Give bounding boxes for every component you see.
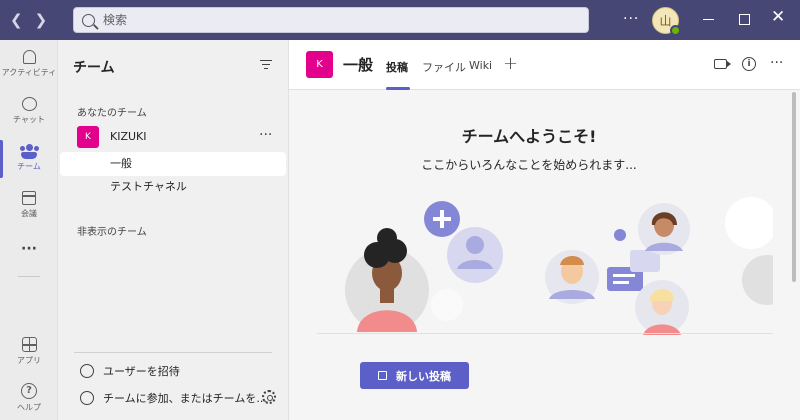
- calendar-icon: [22, 191, 36, 205]
- app-rail: アクティビティ チャット チーム 会議 ··· アプリ ? ヘルプ: [0, 40, 58, 420]
- team-add-icon: [80, 391, 94, 405]
- user-avatar[interactable]: 山: [652, 7, 681, 36]
- info-icon[interactable]: i: [742, 57, 756, 71]
- compose-icon: [378, 371, 387, 380]
- rail-chat-label: チャット: [13, 115, 45, 124]
- channel-general[interactable]: 一般: [60, 152, 286, 176]
- rail-apps-label: アプリ: [17, 356, 41, 365]
- rail-divider: [18, 276, 40, 277]
- new-post-label: 新しい投稿: [396, 369, 451, 383]
- bell-icon: [22, 50, 36, 64]
- new-post-button[interactable]: 新しい投稿: [360, 362, 469, 389]
- channel-title: 一般: [343, 56, 374, 74]
- panel-title: チーム: [73, 60, 115, 76]
- join-label: チームに参加、またはチームを...: [103, 392, 267, 405]
- rail-teams[interactable]: チーム: [0, 140, 58, 178]
- close-button[interactable]: ✕: [771, 9, 785, 26]
- teams-panel: チーム あなたのチーム K KIZUKI ··· 一般 テストチャネル 非表示の…: [58, 40, 289, 420]
- maximize-button[interactable]: [739, 14, 750, 25]
- search-icon: [82, 13, 95, 27]
- search-box[interactable]: [73, 7, 589, 33]
- filter-icon[interactable]: [260, 60, 272, 70]
- join-create-team-button[interactable]: チームに参加、またはチームを...: [80, 390, 267, 406]
- tab-posts[interactable]: 投稿: [386, 59, 408, 75]
- available-status-icon: [670, 25, 681, 36]
- rail-help-label: ヘルプ: [17, 403, 41, 412]
- team-name: KIZUKI: [110, 130, 147, 143]
- chat-icon: [21, 97, 37, 111]
- apps-icon: [21, 337, 37, 352]
- welcome-title: チームへようこそ!: [461, 127, 597, 146]
- more-icon: ···: [21, 241, 37, 257]
- rail-activity-label: アクティビティ: [1, 68, 57, 77]
- more-options-button[interactable]: ···: [770, 55, 783, 71]
- tab-files[interactable]: ファイル: [422, 59, 466, 75]
- channel-main: K 一般 投稿 ファイル Wiki + i ··· チームへようこそ! ここから…: [289, 40, 800, 420]
- user-initial: 山: [659, 14, 672, 28]
- add-tab-button[interactable]: +: [503, 53, 518, 74]
- add-person-icon: [80, 364, 94, 378]
- tab-wiki[interactable]: Wiki: [469, 59, 492, 72]
- settings-more-button[interactable]: ···: [623, 11, 639, 27]
- welcome-subtitle: ここからいろんなことを始められます...: [421, 158, 637, 172]
- invite-users-button[interactable]: ユーザーを招待: [80, 363, 180, 379]
- video-camera-icon[interactable]: [714, 59, 731, 69]
- team-avatar: K: [77, 126, 99, 148]
- rail-calendar[interactable]: 会議: [0, 191, 58, 219]
- channel-header: K 一般 投稿 ファイル Wiki + i ···: [289, 40, 800, 90]
- gear-icon[interactable]: [262, 390, 276, 404]
- rail-calendar-label: 会議: [21, 209, 37, 218]
- title-bar: ❮ ❯ ··· 山 ✕: [0, 0, 800, 40]
- welcome-illustration: [345, 197, 773, 335]
- nav-arrows: ❮ ❯: [10, 12, 68, 28]
- scrollbar[interactable]: [792, 92, 796, 282]
- rail-chat[interactable]: チャット: [0, 97, 58, 125]
- forward-arrow-icon[interactable]: ❯: [35, 12, 48, 28]
- rail-apps[interactable]: アプリ: [0, 337, 58, 366]
- rail-help[interactable]: ? ヘルプ: [0, 383, 58, 413]
- channel-test[interactable]: テストチャネル: [58, 175, 286, 199]
- hidden-teams-label[interactable]: 非表示のチーム: [77, 223, 147, 238]
- team-more-button[interactable]: ···: [259, 127, 272, 143]
- your-teams-label: あなたのチーム: [77, 108, 147, 119]
- channel-avatar: K: [306, 51, 333, 78]
- active-tab-indicator: [386, 87, 410, 90]
- panel-divider: [74, 352, 272, 353]
- rail-more[interactable]: ···: [0, 238, 58, 257]
- teams-icon: [20, 144, 39, 159]
- help-icon: ?: [21, 383, 37, 399]
- team-kizuki[interactable]: K KIZUKI ···: [58, 124, 289, 150]
- rail-teams-label: チーム: [17, 162, 41, 171]
- minimize-button[interactable]: [703, 19, 714, 20]
- invite-label: ユーザーを招待: [103, 365, 180, 378]
- rail-activity[interactable]: アクティビティ: [0, 50, 58, 78]
- back-arrow-icon[interactable]: ❮: [10, 12, 23, 28]
- search-input[interactable]: [103, 13, 563, 27]
- content-divider: [317, 333, 773, 334]
